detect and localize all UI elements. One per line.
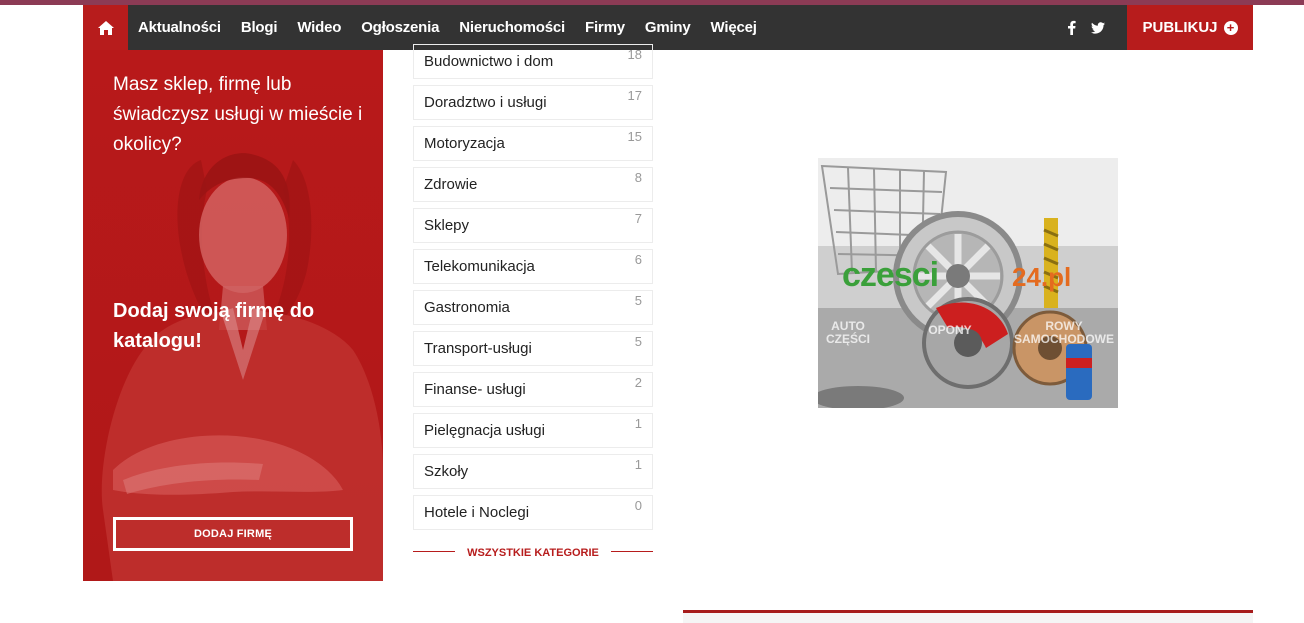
category-name: Pielęgnacja usługi (424, 422, 545, 439)
category-name: Gastronomia (424, 299, 510, 316)
all-categories-link[interactable]: WSZYSTKIE KATEGORIE (413, 543, 653, 563)
home-button[interactable] (83, 5, 128, 50)
category-name: Doradztwo i usługi (424, 94, 547, 111)
publish-button[interactable]: PUBLIKUJ + (1127, 5, 1253, 50)
category-count: 6 (634, 252, 642, 267)
publish-button-label: PUBLIKUJ (1142, 19, 1218, 36)
category-count: 18 (627, 47, 642, 62)
category-item[interactable]: Transport-usługi 5 (413, 331, 653, 366)
main-navbar: Aktualności Blogi Wideo Ogłoszenia Nieru… (83, 5, 1253, 50)
facebook-link[interactable] (1065, 18, 1079, 38)
nav-item-wideo[interactable]: Wideo (287, 19, 351, 36)
ad-brand-name: czesci (842, 256, 939, 294)
category-name: Szkoły (424, 463, 469, 480)
category-count: 5 (634, 334, 642, 349)
category-name: Budownictwo i dom (424, 53, 554, 70)
all-categories-link-wrap: WSZYSTKIE KATEGORIE (413, 543, 653, 563)
nav-item-aktualnosci[interactable]: Aktualności (128, 19, 231, 36)
add-company-promo: Masz sklep, firmę lub świadczysz usługi … (83, 50, 383, 581)
category-name: Sklepy (424, 217, 470, 234)
category-item[interactable]: Pielęgnacja usługi 1 (413, 413, 653, 448)
category-count: 1 (634, 416, 642, 431)
add-company-button[interactable]: DODAJ FIRMĘ (113, 517, 353, 551)
home-icon (97, 20, 114, 35)
advertisement-banner[interactable]: czesci 24.pl AUTO CZĘŚCI OPONY ROWY SAMO… (818, 158, 1118, 408)
category-item[interactable]: Sklepy 7 (413, 208, 653, 243)
category-count: 8 (634, 170, 642, 185)
category-item[interactable]: Motoryzacja 15 (413, 126, 653, 161)
category-item[interactable]: Zdrowie 8 (413, 167, 653, 202)
promo-question: Masz sklep, firmę lub świadczysz usługi … (113, 74, 363, 155)
nav-item-wiecej[interactable]: Więcej (701, 19, 767, 36)
category-name: Zdrowie (424, 176, 478, 193)
category-item[interactable]: Telekomunikacja 6 (413, 249, 653, 284)
plus-circle-icon: + (1223, 20, 1238, 35)
social-links (1065, 5, 1105, 50)
ad-label-auto-czesci: AUTO CZĘŚCI (825, 319, 870, 346)
category-item[interactable]: Hotele i Noclegi 0 (413, 495, 653, 530)
category-name: Transport-usługi (424, 340, 532, 357)
category-count: 15 (627, 129, 642, 144)
category-item[interactable]: Doradztwo i usługi 17 (413, 85, 653, 120)
category-name: Finanse- usługi (424, 381, 526, 398)
ad-label-opony: OPONY (928, 323, 972, 337)
promo-headline: Dodaj swoją firmę do katalogu! (113, 300, 315, 352)
twitter-icon (1091, 21, 1105, 34)
twitter-link[interactable] (1091, 18, 1105, 38)
category-item[interactable]: Szkoły 1 (413, 454, 653, 489)
nav-item-ogloszenia[interactable]: Ogłoszenia (351, 19, 449, 36)
category-item[interactable]: Finanse- usługi 2 (413, 372, 653, 407)
category-count: 7 (634, 211, 642, 226)
section-header-strip (683, 613, 1253, 623)
category-item[interactable]: Gastronomia 5 (413, 290, 653, 325)
category-name: Motoryzacja (424, 135, 505, 152)
facebook-icon (1068, 20, 1076, 35)
nav-item-gminy[interactable]: Gminy (635, 19, 701, 36)
nav-item-blogi[interactable]: Blogi (231, 19, 288, 36)
nav-item-nieruchomosci[interactable]: Nieruchomości (449, 19, 575, 36)
category-count: 0 (634, 498, 642, 513)
category-count: 2 (634, 375, 642, 390)
category-count: 17 (627, 88, 642, 103)
category-count: 5 (634, 293, 642, 308)
ad-brand-tld: 24.pl (1012, 262, 1072, 292)
nav-item-firmy[interactable]: Firmy (575, 19, 635, 36)
ad-label-rowy: ROWY SAMOCHODOWE (1014, 319, 1114, 346)
category-name: Hotele i Noclegi (424, 504, 530, 521)
category-name: Telekomunikacja (424, 258, 535, 275)
category-count: 1 (634, 457, 642, 472)
category-item[interactable]: Budownictwo i dom 18 (413, 44, 653, 79)
